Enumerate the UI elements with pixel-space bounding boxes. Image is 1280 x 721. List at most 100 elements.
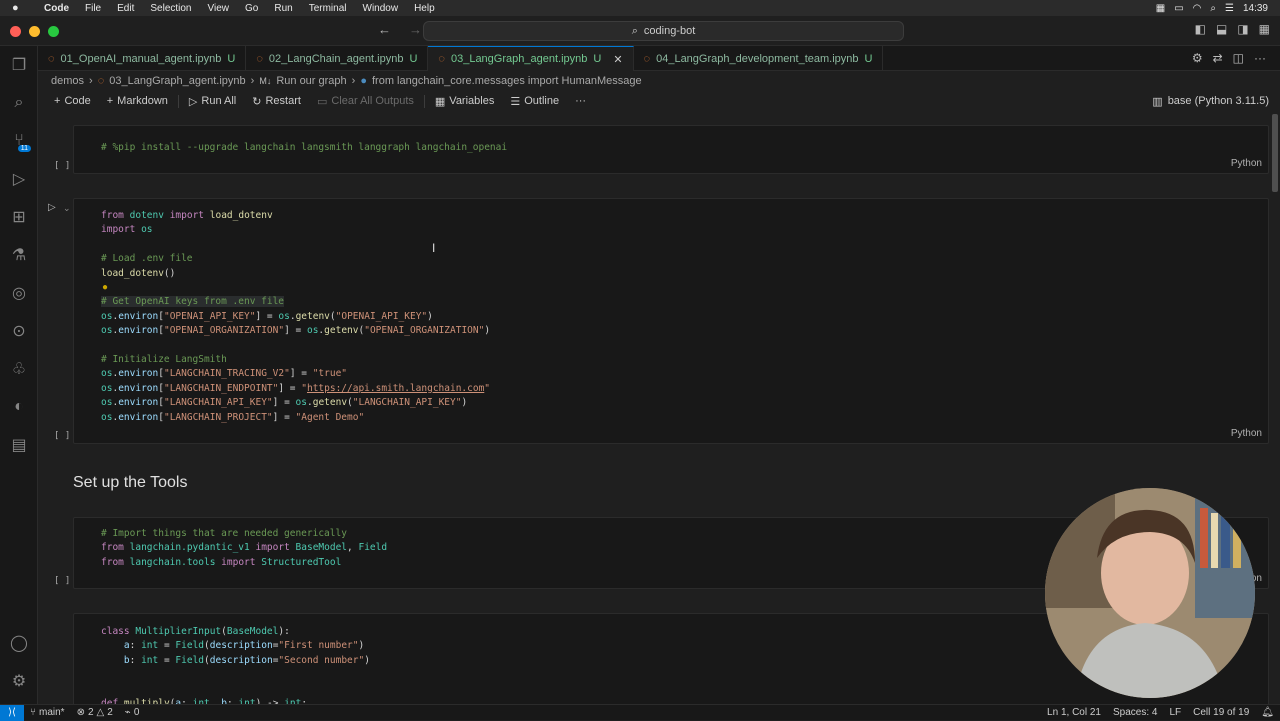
maximize-window-button[interactable] bbox=[48, 26, 59, 37]
menu-run[interactable]: Run bbox=[266, 3, 300, 14]
source-control-icon[interactable]: ⑂ 11 bbox=[0, 122, 38, 160]
minimize-window-button[interactable] bbox=[29, 26, 40, 37]
run-debug-icon[interactable]: ▷ bbox=[0, 160, 38, 198]
list-icon: ☰ bbox=[510, 95, 521, 108]
settings-gear-icon[interactable]: ⚙ bbox=[0, 662, 38, 700]
indentation[interactable]: Spaces: 4 bbox=[1107, 707, 1163, 718]
kernel-picker[interactable]: ▥ base (Python 3.11.5) bbox=[1152, 95, 1280, 108]
control-center-icon[interactable]: ☰ bbox=[1225, 3, 1234, 14]
line-ending[interactable]: LF bbox=[1163, 707, 1187, 718]
more-actions-icon[interactable]: ··· bbox=[1254, 51, 1266, 65]
problems-indicator[interactable]: ⊗ 2 △ 2 bbox=[71, 707, 119, 718]
notebook-icon: ◌ bbox=[48, 52, 55, 65]
workspace-name: coding-bot bbox=[643, 25, 696, 37]
menu-edit[interactable]: Edit bbox=[109, 3, 142, 14]
menu-view[interactable]: View bbox=[200, 3, 238, 14]
menu-app[interactable]: Code bbox=[36, 3, 77, 14]
notebook-icon: ◌ bbox=[256, 52, 263, 65]
editor-tabs: ◌ 01_OpenAI_manual_agent.ipynb U ◌ 02_La… bbox=[38, 46, 1280, 71]
explorer-icon[interactable]: ❐ bbox=[0, 46, 38, 84]
add-markdown-cell-button[interactable]: + Markdown bbox=[99, 95, 176, 107]
split-editor-icon[interactable]: ◫ bbox=[1233, 51, 1244, 65]
cursor-position[interactable]: Ln 1, Col 21 bbox=[1041, 707, 1107, 718]
cell-source[interactable]: # %pip install --upgrade langchain langs… bbox=[74, 126, 1268, 155]
markdown-heading[interactable]: Set up the Tools bbox=[73, 474, 187, 492]
menu-selection[interactable]: Selection bbox=[142, 3, 199, 14]
cell-language[interactable]: Python bbox=[1231, 428, 1262, 439]
tab-02-langchain-agent[interactable]: ◌ 02_LangChain_agent.ipynb U bbox=[246, 46, 429, 71]
chevron-down-icon[interactable]: ⌄ bbox=[63, 203, 71, 214]
git-graph-icon[interactable]: ◎ bbox=[0, 274, 38, 312]
tree-icon[interactable]: ♧ bbox=[0, 350, 38, 388]
wifi-icon[interactable]: ◠ bbox=[1193, 3, 1202, 14]
variables-button[interactable]: ▦ Variables bbox=[427, 95, 502, 108]
cell-indicator[interactable]: Cell 19 of 19 bbox=[1187, 707, 1255, 718]
plus-icon: + bbox=[106, 95, 114, 107]
clear-outputs-button[interactable]: ▭ Clear All Outputs bbox=[309, 95, 422, 108]
run-cell-icon[interactable]: ▷ bbox=[48, 202, 56, 213]
toggle-panel-icon[interactable]: ⬓ bbox=[1216, 22, 1227, 36]
tab-label: 02_LangChain_agent.ipynb bbox=[268, 52, 404, 65]
gitkraken-icon[interactable]: ◐ bbox=[0, 388, 38, 426]
code-cell[interactable]: # %pip install --upgrade langchain langs… bbox=[73, 125, 1269, 174]
breadcrumb-symbol[interactable]: from langchain_core.messages import Huma… bbox=[372, 75, 642, 87]
back-arrow-icon[interactable]: ← bbox=[378, 22, 391, 37]
command-center-search[interactable]: ⌕ coding-bot bbox=[423, 21, 904, 41]
account-icon[interactable]: ◯ bbox=[0, 624, 38, 662]
menu-window[interactable]: Window bbox=[355, 3, 407, 14]
close-icon[interactable]: ✕ bbox=[613, 53, 622, 66]
menu-go[interactable]: Go bbox=[237, 3, 266, 14]
search-icon[interactable]: ⌕ bbox=[0, 84, 38, 122]
breadcrumb-section[interactable]: Run our graph bbox=[276, 75, 346, 87]
toolbar-divider bbox=[177, 94, 179, 108]
search-icon[interactable]: ⌕ bbox=[1210, 3, 1216, 14]
menu-help[interactable]: Help bbox=[406, 3, 443, 14]
text-cursor-icon: I bbox=[432, 241, 436, 255]
remote-indicator-icon[interactable]: ⟩⟨ bbox=[0, 704, 24, 721]
compare-icon[interactable]: ⇄ bbox=[1213, 51, 1223, 65]
breadcrumb-folder[interactable]: demos bbox=[51, 75, 84, 87]
extensions-icon[interactable]: ⊞ bbox=[0, 198, 38, 236]
tab-label: 04_LangGraph_development_team.ipynb bbox=[656, 52, 859, 65]
testing-icon[interactable]: ⚗ bbox=[0, 236, 38, 274]
ports-indicator[interactable]: ⌁ 0 bbox=[119, 707, 146, 718]
more-actions-button[interactable]: ··· bbox=[567, 95, 594, 107]
outline-button[interactable]: ☰ Outline bbox=[502, 95, 567, 108]
branch-indicator[interactable]: ⑂ main* bbox=[24, 707, 71, 718]
run-all-button[interactable]: ▷ Run All bbox=[181, 95, 244, 108]
toggle-secondary-sidebar-icon[interactable]: ◨ bbox=[1237, 22, 1248, 36]
battery-icon[interactable]: ▭ bbox=[1174, 3, 1183, 14]
add-code-cell-button[interactable]: + Code bbox=[46, 95, 99, 107]
status-tray-icon[interactable]: ▦ bbox=[1156, 3, 1165, 14]
plus-icon: + bbox=[54, 95, 61, 107]
apple-icon[interactable]: ● bbox=[12, 2, 26, 14]
restart-button[interactable]: ↻ Restart bbox=[244, 95, 309, 108]
lightbulb-icon[interactable]: ● bbox=[102, 282, 108, 293]
toggle-sidebar-icon[interactable]: ◧ bbox=[1195, 22, 1206, 36]
cell-source[interactable]: from dotenv import load_dotenv import os… bbox=[74, 199, 1268, 425]
menu-terminal[interactable]: Terminal bbox=[301, 3, 355, 14]
cell-language[interactable]: Python bbox=[1231, 158, 1262, 169]
tab-03-langgraph-agent[interactable]: ◌ 03_LangGraph_agent.ipynb U ✕ bbox=[428, 46, 634, 71]
menu-file[interactable]: File bbox=[77, 3, 109, 14]
gear-icon[interactable]: ⚙ bbox=[1192, 51, 1203, 65]
untracked-badge: U bbox=[593, 53, 602, 65]
untracked-badge: U bbox=[864, 52, 873, 65]
breadcrumb-file[interactable]: 03_LangGraph_agent.ipynb bbox=[109, 75, 245, 87]
editor-scrollbar[interactable] bbox=[1270, 112, 1280, 704]
bell-icon[interactable]: 🔔︎ bbox=[1255, 707, 1280, 718]
tab-01-openai-agent[interactable]: ◌ 01_OpenAI_manual_agent.ipynb U bbox=[38, 46, 247, 71]
forward-arrow-icon[interactable]: → bbox=[409, 22, 422, 37]
scrollbar-thumb[interactable] bbox=[1272, 114, 1278, 192]
close-window-button[interactable] bbox=[10, 26, 21, 37]
tab-04-langgraph-dev-team[interactable]: ◌ 04_LangGraph_development_team.ipynb U bbox=[634, 46, 884, 71]
chat-icon[interactable]: ▤ bbox=[0, 426, 38, 464]
clock[interactable]: 14:39 bbox=[1243, 3, 1268, 14]
source-control-badge: 11 bbox=[17, 145, 31, 152]
window-titlebar: ← → ⌕ coding-bot ◧ ⬓ ◨ ▦ bbox=[0, 16, 1280, 46]
execution-count: [ ] bbox=[54, 576, 71, 586]
code-cell[interactable]: from dotenv import load_dotenv import os… bbox=[73, 198, 1269, 444]
webcam-overlay bbox=[1045, 488, 1255, 698]
customize-layout-icon[interactable]: ▦ bbox=[1259, 22, 1270, 36]
remote-explorer-icon[interactable]: ⊙ bbox=[0, 312, 38, 350]
